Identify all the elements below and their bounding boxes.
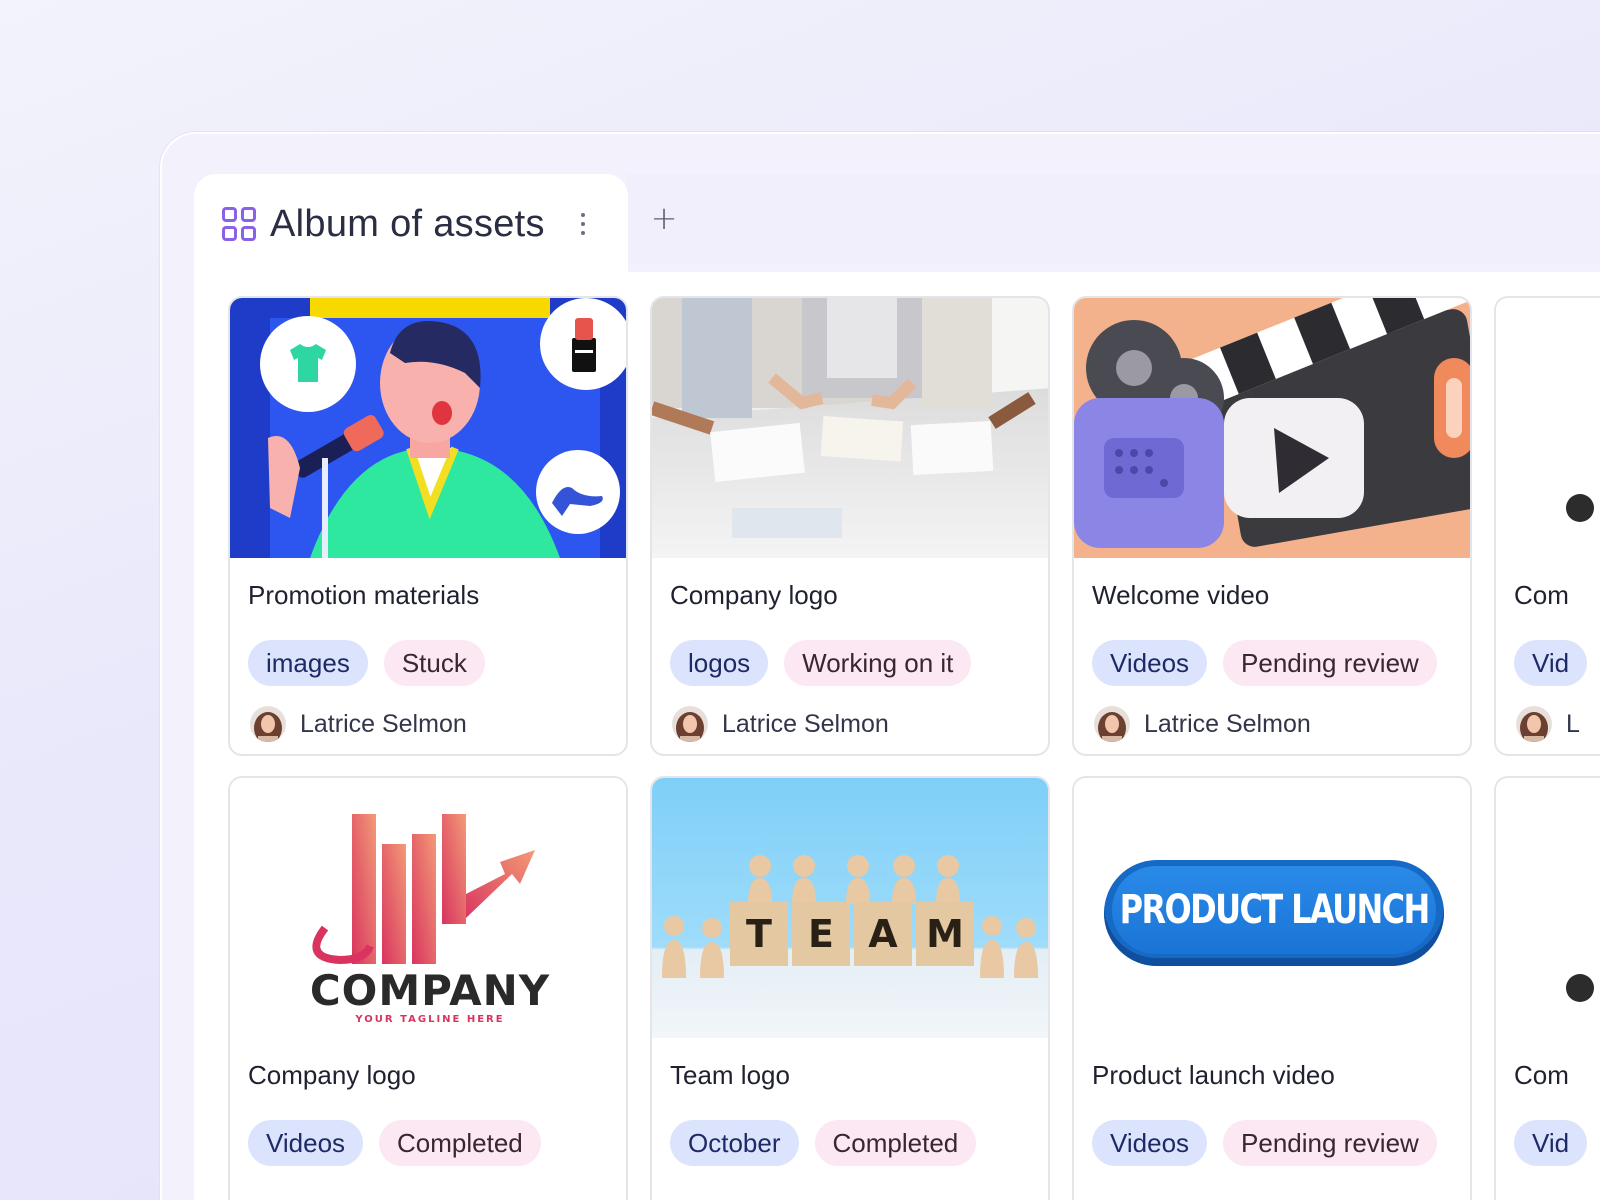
category-tag[interactable]: October: [670, 1120, 799, 1166]
logo-thumbnail: [1496, 298, 1600, 558]
gallery-grid-icon: [222, 207, 256, 241]
category-tag[interactable]: Videos: [248, 1120, 364, 1166]
card-tags: Videos Completed: [248, 1120, 541, 1166]
avatar: [1516, 706, 1552, 742]
category-tag[interactable]: Videos: [1092, 640, 1208, 686]
status-tag[interactable]: Completed: [814, 1120, 977, 1166]
card-thumbnail: PRODUCT LAUNCH: [1074, 778, 1470, 1038]
card-title: Product launch video: [1092, 1060, 1335, 1090]
asset-card[interactable]: PRODUCT LAUNCH Product launch video Vide…: [1072, 776, 1472, 1200]
asset-card[interactable]: Promotion materials images Stuck Latrice…: [228, 296, 628, 756]
status-tag[interactable]: Stuck: [383, 640, 485, 686]
letter-block: T: [730, 902, 788, 966]
promotion-illustration: [230, 298, 626, 558]
card-thumbnail: [652, 298, 1048, 558]
category-tag[interactable]: Vid: [1514, 1120, 1588, 1166]
add-view-button[interactable]: +: [644, 198, 684, 238]
card-tags: Videos Pending review: [1092, 1120, 1437, 1166]
status-tag[interactable]: Working on it: [784, 640, 972, 686]
gallery-content: Promotion materials images Stuck Latrice…: [194, 272, 1600, 1200]
status-tag[interactable]: Pending review: [1223, 1120, 1437, 1166]
avatar: [672, 706, 708, 742]
tab-album-of-assets[interactable]: Album of assets: [194, 174, 628, 274]
company-logo-wordmark: COMPANY: [309, 966, 551, 1015]
card-tags: Videos Pending review: [1092, 640, 1437, 686]
card-thumbnail: COMPANY YOUR TAGLINE HERE: [230, 778, 626, 1038]
status-tag[interactable]: Completed: [379, 1120, 541, 1166]
product-launch-banner: PRODUCT LAUNCH: [1104, 860, 1444, 966]
owner-name: Latrice Selmon: [300, 709, 467, 738]
card-tags: Vid: [1514, 1120, 1588, 1166]
asset-card[interactable]: T E A M Team logo October Completed: [650, 776, 1050, 1200]
asset-card[interactable]: COMPANY YOUR TAGLINE HERE Company logo V…: [228, 776, 628, 1200]
asset-card[interactable]: Com Vid L: [1494, 296, 1600, 756]
card-title: Company logo: [248, 1060, 416, 1090]
letter-block: A: [854, 902, 912, 966]
category-tag[interactable]: Vid: [1514, 640, 1588, 686]
more-options-icon[interactable]: [573, 209, 593, 239]
company-logo-tagline: YOUR TAGLINE HERE: [355, 1014, 505, 1025]
tab-strip-background: [626, 174, 1600, 264]
owner-name: Latrice Selmon: [722, 709, 889, 738]
card-thumbnail: [230, 298, 626, 558]
card-title: Team logo: [670, 1060, 790, 1090]
card-tags: October Completed: [670, 1120, 977, 1166]
letter-block: E: [792, 902, 850, 966]
card-title: Company logo: [670, 580, 838, 610]
card-tags: Vid: [1514, 640, 1588, 686]
category-tag[interactable]: logos: [670, 640, 769, 686]
owner-name: L: [1566, 709, 1580, 738]
card-thumbnail: T E A M: [652, 778, 1048, 1038]
card-owner[interactable]: Latrice Selmon: [1094, 706, 1311, 742]
asset-card[interactable]: Company logo logos Working on it Latrice…: [650, 296, 1050, 756]
card-thumbnail: [1496, 298, 1600, 558]
letter-block: M: [916, 902, 974, 966]
card-thumbnail: [1074, 298, 1470, 558]
asset-card[interactable]: Welcome video Videos Pending review Latr…: [1072, 296, 1472, 756]
card-tags: images Stuck: [248, 640, 485, 686]
card-title: Welcome video: [1092, 580, 1270, 610]
card-owner[interactable]: Latrice Selmon: [672, 706, 889, 742]
category-tag[interactable]: images: [248, 640, 368, 686]
banner-text: PRODUCT LAUNCH: [1119, 887, 1430, 933]
tab-title: Album of assets: [270, 202, 545, 245]
app-window: Album of assets + Promotion materials im…: [160, 132, 1600, 1200]
asset-card[interactable]: Com Vid: [1494, 776, 1600, 1200]
card-tags: logos Working on it: [670, 640, 972, 686]
category-tag[interactable]: Videos: [1092, 1120, 1208, 1166]
tab-strip: Album of assets +: [162, 134, 1600, 274]
team-meeting-photo: [652, 298, 1048, 558]
owner-name: Latrice Selmon: [1144, 709, 1311, 738]
status-tag[interactable]: Pending review: [1223, 640, 1437, 686]
card-thumbnail: [1496, 778, 1600, 1038]
avatar: [1094, 706, 1130, 742]
avatar: [250, 706, 286, 742]
logo-thumbnail: [1496, 778, 1600, 1038]
card-owner[interactable]: Latrice Selmon: [250, 706, 467, 742]
card-title: Com: [1514, 1060, 1569, 1090]
team-letter-blocks: T E A M: [730, 902, 974, 966]
card-title: Com: [1514, 580, 1569, 610]
card-title: Promotion materials: [248, 580, 480, 610]
card-owner[interactable]: L: [1516, 706, 1580, 742]
video-production-illustration: [1074, 298, 1470, 558]
